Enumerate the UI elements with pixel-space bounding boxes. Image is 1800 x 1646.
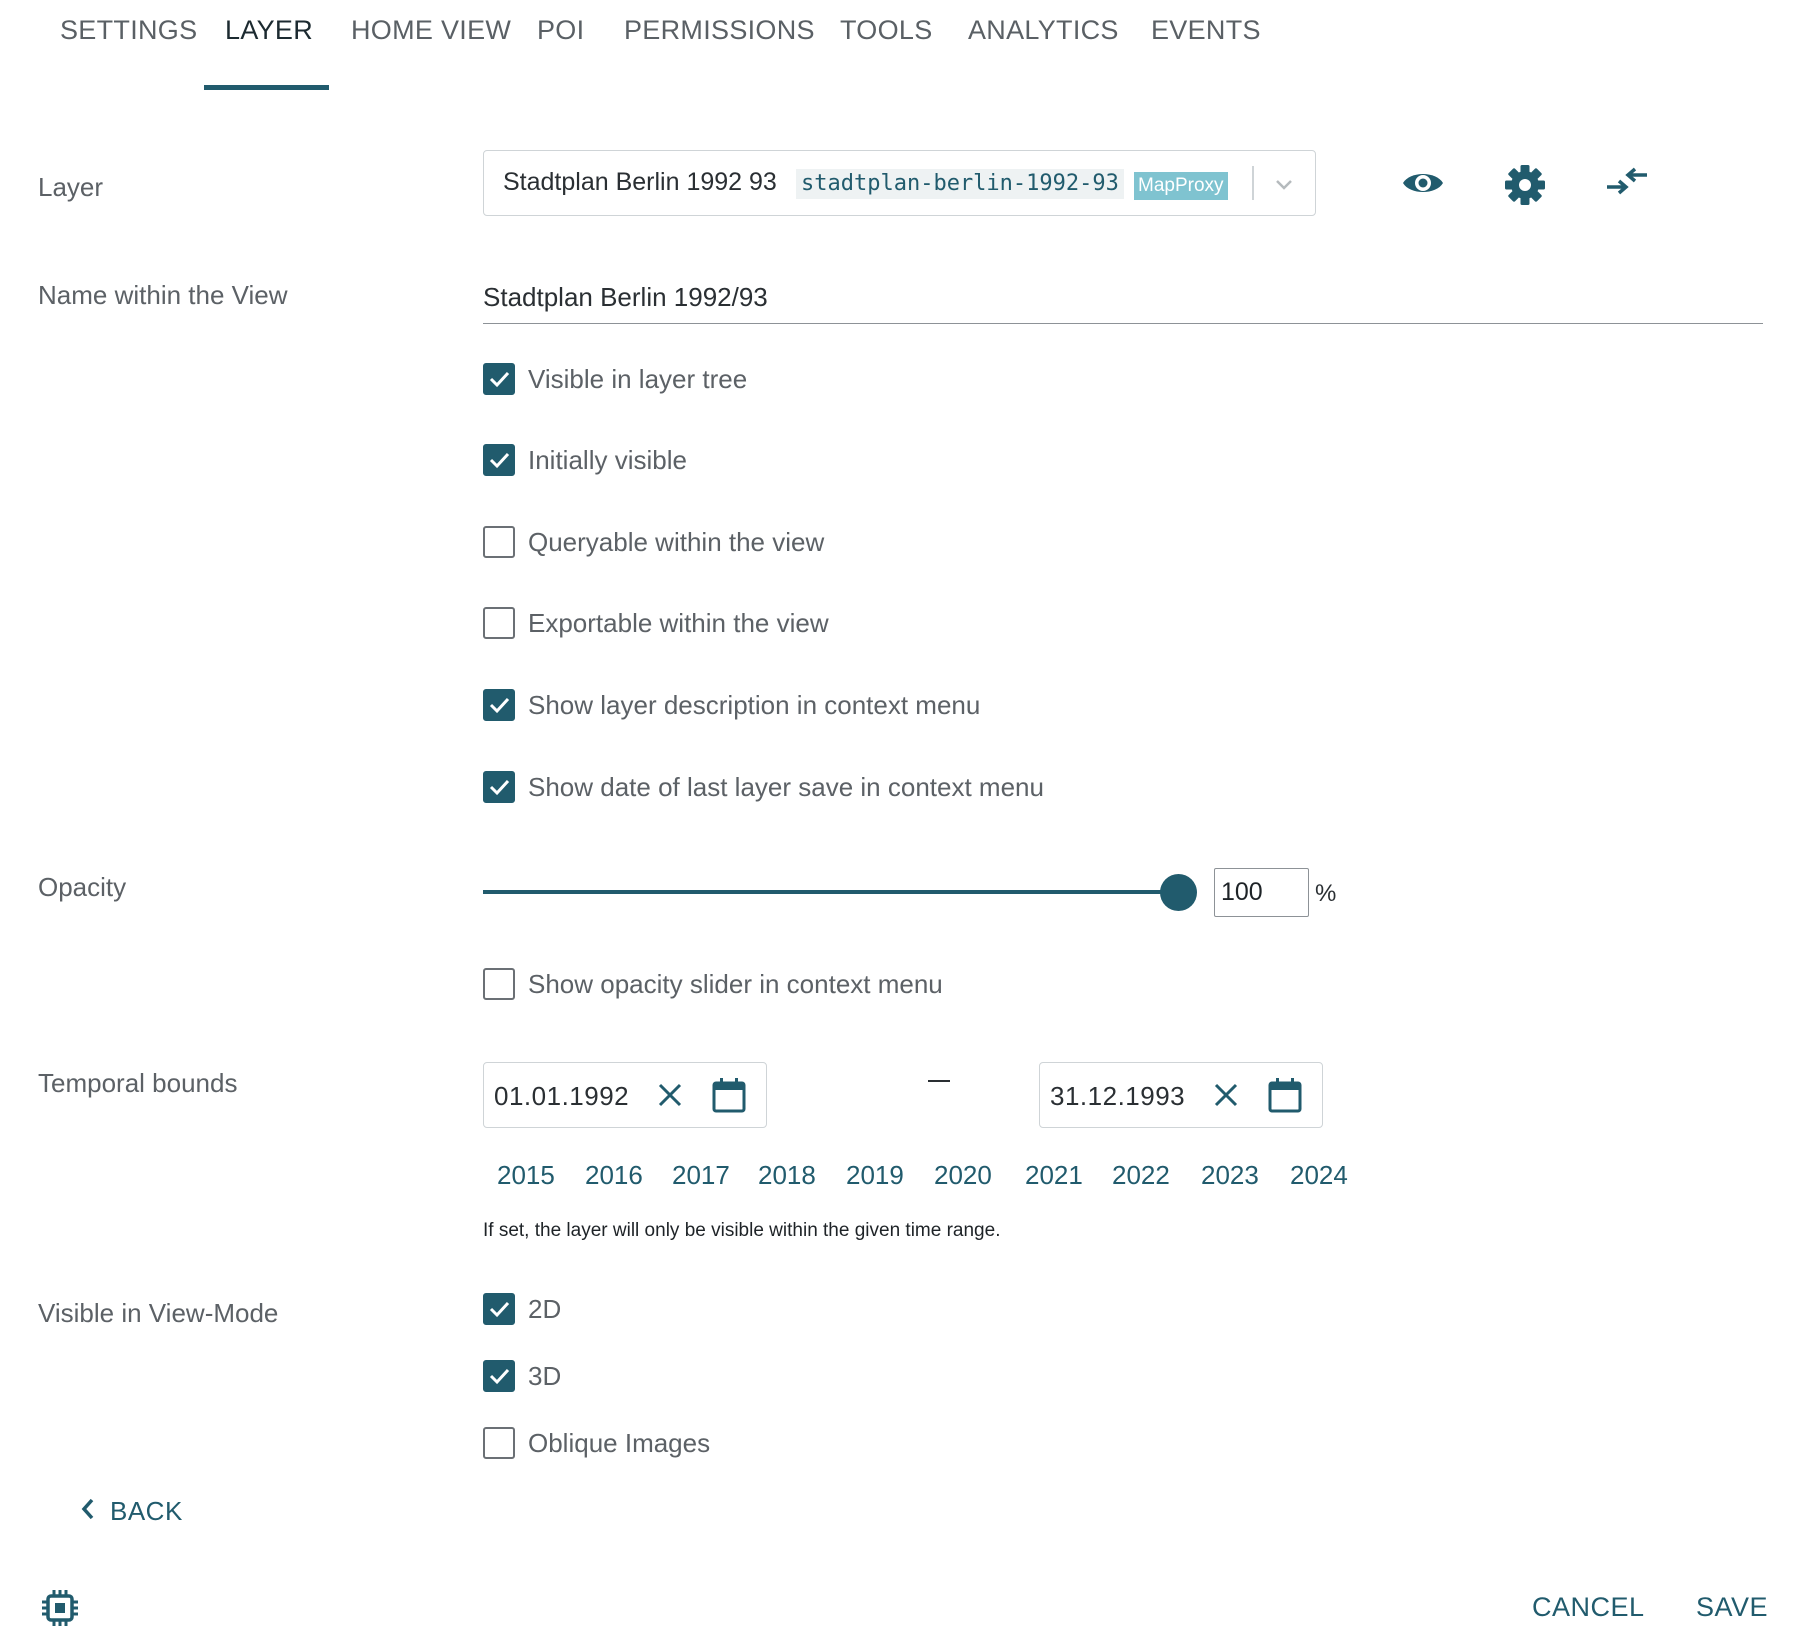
show-last-save-checkbox[interactable]: Show date of last layer save in context … bbox=[483, 768, 1044, 806]
layer-id-code: stadtplan-berlin-1992-93 bbox=[796, 169, 1124, 199]
tab-tools[interactable]: TOOLS bbox=[840, 12, 933, 48]
year-link[interactable]: 2015 bbox=[497, 1160, 555, 1191]
checkbox-unchecked-icon bbox=[483, 968, 515, 1000]
start-date-value: 01.01.1992 bbox=[494, 1081, 630, 1111]
checkbox-unchecked-icon bbox=[483, 1427, 515, 1459]
checkbox-checked-icon bbox=[483, 1360, 515, 1392]
calendar-icon[interactable] bbox=[1268, 1077, 1302, 1113]
exportable-checkbox[interactable]: Exportable within the view bbox=[483, 604, 829, 642]
clear-icon[interactable] bbox=[656, 1081, 684, 1109]
year-link[interactable]: 2024 bbox=[1290, 1160, 1348, 1191]
start-date-field[interactable]: 01.01.1992 bbox=[483, 1062, 767, 1128]
year-link[interactable]: 2016 bbox=[585, 1160, 643, 1191]
show-opacity-slider-checkbox[interactable]: Show opacity slider in context menu bbox=[483, 965, 943, 1003]
opacity-label: Opacity bbox=[38, 872, 127, 902]
tab-poi[interactable]: POI bbox=[537, 12, 584, 48]
visible-in-layer-tree-checkbox[interactable]: Visible in layer tree bbox=[483, 360, 747, 398]
tab-permissions[interactable]: PERMISSIONS bbox=[624, 12, 815, 48]
compare-arrows-icon[interactable] bbox=[1605, 163, 1651, 209]
end-date-field[interactable]: 31.12.1993 bbox=[1039, 1062, 1323, 1128]
view-mode-3d-label: 3D bbox=[528, 1360, 562, 1391]
checkbox-checked-icon bbox=[483, 363, 515, 395]
active-tab-indicator bbox=[204, 85, 329, 90]
show-last-save-label: Show date of last layer save in context … bbox=[528, 771, 1044, 802]
show-description-checkbox[interactable]: Show layer description in context menu bbox=[483, 686, 980, 724]
opacity-slider-track[interactable] bbox=[483, 890, 1180, 894]
date-range-separator bbox=[928, 1080, 950, 1082]
layer-select[interactable]: Stadtplan Berlin 1992 93 stadtplan-berli… bbox=[483, 150, 1316, 216]
view-mode-oblique-checkbox[interactable]: Oblique Images bbox=[483, 1424, 710, 1462]
name-within-view-field[interactable] bbox=[483, 272, 1763, 324]
select-divider bbox=[1252, 166, 1254, 200]
chip-icon[interactable] bbox=[42, 1590, 78, 1626]
tab-events[interactable]: EVENTS bbox=[1151, 12, 1261, 48]
temporal-bounds-label: Temporal bounds bbox=[38, 1068, 238, 1098]
tab-analytics[interactable]: ANALYTICS bbox=[968, 12, 1119, 48]
view-mode-label: Visible in View-Mode bbox=[38, 1298, 279, 1328]
view-mode-2d-label: 2D bbox=[528, 1293, 562, 1324]
opacity-slider-thumb[interactable] bbox=[1160, 874, 1197, 911]
view-mode-3d-checkbox[interactable]: 3D bbox=[483, 1357, 561, 1395]
checkbox-checked-icon bbox=[483, 689, 515, 721]
checkbox-checked-icon bbox=[483, 444, 515, 476]
chevron-left-icon bbox=[78, 1496, 98, 1527]
temporal-hint: If set, the layer will only be visible w… bbox=[483, 1220, 1001, 1241]
back-button[interactable]: BACK bbox=[78, 1496, 183, 1527]
tab-layer[interactable]: LAYER bbox=[225, 12, 313, 48]
year-link[interactable]: 2019 bbox=[846, 1160, 904, 1191]
end-date-value: 31.12.1993 bbox=[1050, 1081, 1186, 1111]
chevron-down-icon[interactable] bbox=[1271, 171, 1297, 197]
tab-settings[interactable]: SETTINGS bbox=[60, 12, 197, 48]
queryable-checkbox[interactable]: Queryable within the view bbox=[483, 523, 824, 561]
save-button[interactable]: SAVE bbox=[1696, 1592, 1768, 1623]
year-link[interactable]: 2020 bbox=[934, 1160, 992, 1191]
checkbox-checked-icon bbox=[483, 771, 515, 803]
cancel-button[interactable]: CANCEL bbox=[1532, 1592, 1645, 1623]
year-link[interactable]: 2022 bbox=[1112, 1160, 1170, 1191]
percent-unit: % bbox=[1315, 880, 1337, 907]
show-description-label: Show layer description in context menu bbox=[528, 689, 981, 720]
opacity-input[interactable] bbox=[1214, 868, 1309, 917]
exportable-label: Exportable within the view bbox=[528, 607, 829, 638]
layer-select-title: Stadtplan Berlin 1992 93 bbox=[503, 168, 777, 196]
layer-type-badge: MapProxy bbox=[1134, 172, 1228, 200]
year-link[interactable]: 2017 bbox=[672, 1160, 730, 1191]
eye-icon[interactable] bbox=[1400, 163, 1446, 209]
year-link[interactable]: 2023 bbox=[1201, 1160, 1259, 1191]
checkbox-unchecked-icon bbox=[483, 607, 515, 639]
queryable-label: Queryable within the view bbox=[528, 526, 825, 557]
tab-home-view[interactable]: HOME VIEW bbox=[351, 12, 511, 48]
year-link[interactable]: 2021 bbox=[1025, 1160, 1083, 1191]
show-opacity-slider-label: Show opacity slider in context menu bbox=[528, 968, 943, 999]
back-label: BACK bbox=[110, 1496, 183, 1526]
tab-bar: SETTINGS LAYER HOME VIEW POI PERMISSIONS… bbox=[0, 0, 1800, 92]
checkbox-checked-icon bbox=[483, 1293, 515, 1325]
year-link[interactable]: 2018 bbox=[758, 1160, 816, 1191]
visible-in-layer-tree-label: Visible in layer tree bbox=[528, 363, 748, 394]
clear-icon[interactable] bbox=[1212, 1081, 1240, 1109]
initially-visible-checkbox[interactable]: Initially visible bbox=[483, 441, 687, 479]
checkbox-unchecked-icon bbox=[483, 526, 515, 558]
gear-icon[interactable] bbox=[1503, 163, 1549, 209]
layer-label: Layer bbox=[38, 172, 104, 202]
name-label: Name within the View bbox=[38, 280, 288, 310]
calendar-icon[interactable] bbox=[712, 1077, 746, 1113]
view-mode-2d-checkbox[interactable]: 2D bbox=[483, 1290, 561, 1328]
initially-visible-label: Initially visible bbox=[528, 444, 687, 475]
view-mode-oblique-label: Oblique Images bbox=[528, 1427, 711, 1458]
